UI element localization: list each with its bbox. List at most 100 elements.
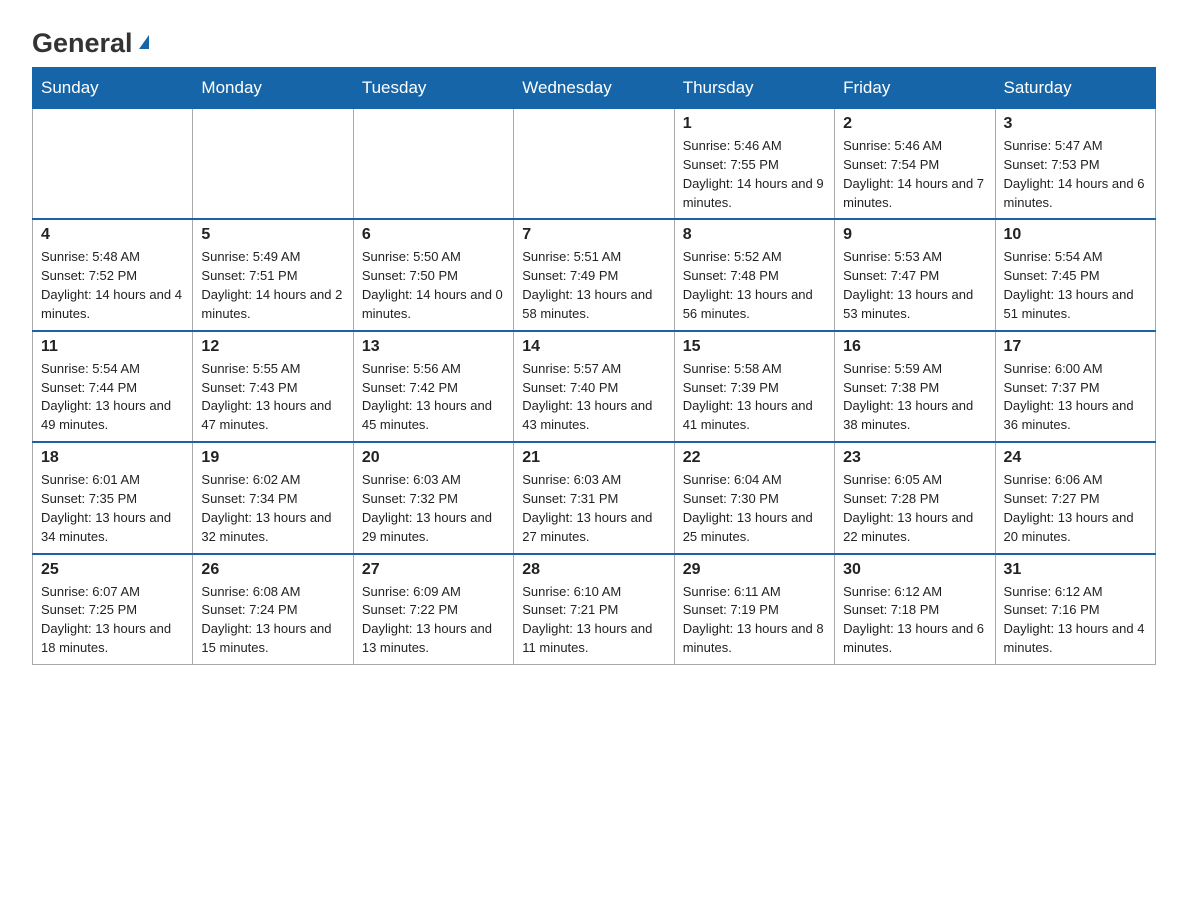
calendar-day-cell: 24Sunrise: 6:06 AMSunset: 7:27 PMDayligh… bbox=[995, 442, 1155, 553]
calendar-day-cell: 26Sunrise: 6:08 AMSunset: 7:24 PMDayligh… bbox=[193, 554, 353, 665]
day-info: Sunrise: 6:00 AMSunset: 7:37 PMDaylight:… bbox=[1004, 360, 1147, 435]
day-info: Sunrise: 5:57 AMSunset: 7:40 PMDaylight:… bbox=[522, 360, 665, 435]
page-header: General bbox=[32, 24, 1156, 55]
logo-general-text: General bbox=[32, 28, 133, 59]
day-number: 6 bbox=[362, 226, 505, 244]
day-number: 10 bbox=[1004, 226, 1147, 244]
day-info: Sunrise: 6:08 AMSunset: 7:24 PMDaylight:… bbox=[201, 583, 344, 658]
calendar-day-cell: 6Sunrise: 5:50 AMSunset: 7:50 PMDaylight… bbox=[353, 219, 513, 330]
calendar-day-cell: 22 Sunrise: 6:04 AMSunset: 7:30 PMDayligh… bbox=[674, 442, 834, 553]
weekday-header-monday: Monday bbox=[193, 68, 353, 109]
calendar-day-cell: 28 Sunrise: 6:10 AMSunset: 7:21 PMDayligh… bbox=[514, 554, 674, 665]
day-info: Sunrise: 5:59 AMSunset: 7:38 PMDaylight:… bbox=[843, 360, 986, 435]
day-number: 7 bbox=[522, 226, 665, 244]
logo-triangle-icon bbox=[135, 31, 153, 54]
day-info: Sunrise: 6:01 AMSunset: 7:35 PMDaylight:… bbox=[41, 471, 184, 546]
day-number: 27 bbox=[362, 561, 505, 579]
calendar-day-cell: 14 Sunrise: 5:57 AMSunset: 7:40 PMDayligh… bbox=[514, 331, 674, 442]
weekday-header-friday: Friday bbox=[835, 68, 995, 109]
calendar-day-cell: 29 Sunrise: 6:11 AMSunset: 7:19 PMDayligh… bbox=[674, 554, 834, 665]
day-number: 18 bbox=[41, 449, 184, 467]
calendar-day-cell: 4Sunrise: 5:48 AMSunset: 7:52 PMDaylight… bbox=[33, 219, 193, 330]
day-info: Sunrise: 6:05 AMSunset: 7:28 PMDaylight:… bbox=[843, 471, 986, 546]
calendar-day-cell: 27 Sunrise: 6:09 AMSunset: 7:22 PMDayligh… bbox=[353, 554, 513, 665]
day-number: 31 bbox=[1004, 561, 1147, 579]
day-number: 14 bbox=[522, 338, 665, 356]
day-info: Sunrise: 6:12 AMSunset: 7:18 PMDaylight:… bbox=[843, 583, 986, 658]
day-number: 25 bbox=[41, 561, 184, 579]
day-number: 12 bbox=[201, 338, 344, 356]
calendar-day-cell: 5 Sunrise: 5:49 AMSunset: 7:51 PMDaylight… bbox=[193, 219, 353, 330]
day-info: Sunrise: 6:04 AMSunset: 7:30 PMDaylight:… bbox=[683, 471, 826, 546]
calendar-day-cell: 16 Sunrise: 5:59 AMSunset: 7:38 PMDayligh… bbox=[835, 331, 995, 442]
day-number: 13 bbox=[362, 338, 505, 356]
day-number: 28 bbox=[522, 561, 665, 579]
calendar-header-row: SundayMondayTuesdayWednesdayThursdayFrid… bbox=[33, 68, 1156, 109]
calendar-day-cell: 11 Sunrise: 5:54 AMSunset: 7:44 PMDayligh… bbox=[33, 331, 193, 442]
calendar-day-cell: 23 Sunrise: 6:05 AMSunset: 7:28 PMDayligh… bbox=[835, 442, 995, 553]
day-number: 29 bbox=[683, 561, 826, 579]
day-number: 19 bbox=[201, 449, 344, 467]
calendar-day-cell: 17 Sunrise: 6:00 AMSunset: 7:37 PMDayligh… bbox=[995, 331, 1155, 442]
calendar-empty-cell bbox=[33, 109, 193, 220]
calendar-empty-cell bbox=[514, 109, 674, 220]
calendar-table: SundayMondayTuesdayWednesdayThursdayFrid… bbox=[32, 67, 1156, 665]
day-info: Sunrise: 6:11 AMSunset: 7:19 PMDaylight:… bbox=[683, 583, 826, 658]
calendar-day-cell: 20Sunrise: 6:03 AMSunset: 7:32 PMDayligh… bbox=[353, 442, 513, 553]
calendar-week-row: 4Sunrise: 5:48 AMSunset: 7:52 PMDaylight… bbox=[33, 219, 1156, 330]
calendar-week-row: 1Sunrise: 5:46 AMSunset: 7:55 PMDaylight… bbox=[33, 109, 1156, 220]
day-number: 1 bbox=[683, 115, 826, 133]
day-info: Sunrise: 5:46 AMSunset: 7:54 PMDaylight:… bbox=[843, 137, 986, 212]
calendar-day-cell: 2 Sunrise: 5:46 AMSunset: 7:54 PMDaylight… bbox=[835, 109, 995, 220]
day-info: Sunrise: 6:07 AMSunset: 7:25 PMDaylight:… bbox=[41, 583, 184, 658]
day-number: 30 bbox=[843, 561, 986, 579]
day-info: Sunrise: 6:02 AMSunset: 7:34 PMDaylight:… bbox=[201, 471, 344, 546]
day-info: Sunrise: 6:09 AMSunset: 7:22 PMDaylight:… bbox=[362, 583, 505, 658]
calendar-day-cell: 25 Sunrise: 6:07 AMSunset: 7:25 PMDayligh… bbox=[33, 554, 193, 665]
calendar-day-cell: 15 Sunrise: 5:58 AMSunset: 7:39 PMDayligh… bbox=[674, 331, 834, 442]
day-info: Sunrise: 6:06 AMSunset: 7:27 PMDaylight:… bbox=[1004, 471, 1147, 546]
day-info: Sunrise: 6:03 AMSunset: 7:31 PMDaylight:… bbox=[522, 471, 665, 546]
weekday-header-thursday: Thursday bbox=[674, 68, 834, 109]
day-info: Sunrise: 5:55 AMSunset: 7:43 PMDaylight:… bbox=[201, 360, 344, 435]
day-info: Sunrise: 5:56 AMSunset: 7:42 PMDaylight:… bbox=[362, 360, 505, 435]
day-number: 22 bbox=[683, 449, 826, 467]
calendar-day-cell: 12 Sunrise: 5:55 AMSunset: 7:43 PMDayligh… bbox=[193, 331, 353, 442]
day-number: 8 bbox=[683, 226, 826, 244]
day-number: 20 bbox=[362, 449, 505, 467]
day-number: 5 bbox=[201, 226, 344, 244]
weekday-header-sunday: Sunday bbox=[33, 68, 193, 109]
day-info: Sunrise: 6:12 AMSunset: 7:16 PMDaylight:… bbox=[1004, 583, 1147, 658]
day-info: Sunrise: 5:49 AMSunset: 7:51 PMDaylight:… bbox=[201, 248, 344, 323]
calendar-empty-cell bbox=[193, 109, 353, 220]
day-number: 23 bbox=[843, 449, 986, 467]
day-info: Sunrise: 5:58 AMSunset: 7:39 PMDaylight:… bbox=[683, 360, 826, 435]
weekday-header-tuesday: Tuesday bbox=[353, 68, 513, 109]
calendar-day-cell: 19 Sunrise: 6:02 AMSunset: 7:34 PMDayligh… bbox=[193, 442, 353, 553]
calendar-week-row: 18 Sunrise: 6:01 AMSunset: 7:35 PMDayligh… bbox=[33, 442, 1156, 553]
day-number: 3 bbox=[1004, 115, 1147, 133]
calendar-day-cell: 7 Sunrise: 5:51 AMSunset: 7:49 PMDaylight… bbox=[514, 219, 674, 330]
day-info: Sunrise: 5:47 AMSunset: 7:53 PMDaylight:… bbox=[1004, 137, 1147, 212]
day-info: Sunrise: 5:54 AMSunset: 7:44 PMDaylight:… bbox=[41, 360, 184, 435]
day-number: 11 bbox=[41, 338, 184, 356]
calendar-day-cell: 31 Sunrise: 6:12 AMSunset: 7:16 PMDayligh… bbox=[995, 554, 1155, 665]
calendar-day-cell: 13 Sunrise: 5:56 AMSunset: 7:42 PMDayligh… bbox=[353, 331, 513, 442]
calendar-day-cell: 9Sunrise: 5:53 AMSunset: 7:47 PMDaylight… bbox=[835, 219, 995, 330]
day-info: Sunrise: 5:51 AMSunset: 7:49 PMDaylight:… bbox=[522, 248, 665, 323]
day-info: Sunrise: 5:54 AMSunset: 7:45 PMDaylight:… bbox=[1004, 248, 1147, 323]
calendar-day-cell: 30 Sunrise: 6:12 AMSunset: 7:18 PMDayligh… bbox=[835, 554, 995, 665]
day-number: 15 bbox=[683, 338, 826, 356]
day-info: Sunrise: 5:52 AMSunset: 7:48 PMDaylight:… bbox=[683, 248, 826, 323]
day-number: 17 bbox=[1004, 338, 1147, 356]
calendar-day-cell: 3 Sunrise: 5:47 AMSunset: 7:53 PMDaylight… bbox=[995, 109, 1155, 220]
weekday-header-saturday: Saturday bbox=[995, 68, 1155, 109]
calendar-day-cell: 21Sunrise: 6:03 AMSunset: 7:31 PMDayligh… bbox=[514, 442, 674, 553]
day-info: Sunrise: 6:10 AMSunset: 7:21 PMDaylight:… bbox=[522, 583, 665, 658]
day-number: 2 bbox=[843, 115, 986, 133]
calendar-day-cell: 10 Sunrise: 5:54 AMSunset: 7:45 PMDayligh… bbox=[995, 219, 1155, 330]
weekday-header-wednesday: Wednesday bbox=[514, 68, 674, 109]
calendar-day-cell: 8 Sunrise: 5:52 AMSunset: 7:48 PMDaylight… bbox=[674, 219, 834, 330]
day-number: 16 bbox=[843, 338, 986, 356]
calendar-day-cell: 1Sunrise: 5:46 AMSunset: 7:55 PMDaylight… bbox=[674, 109, 834, 220]
